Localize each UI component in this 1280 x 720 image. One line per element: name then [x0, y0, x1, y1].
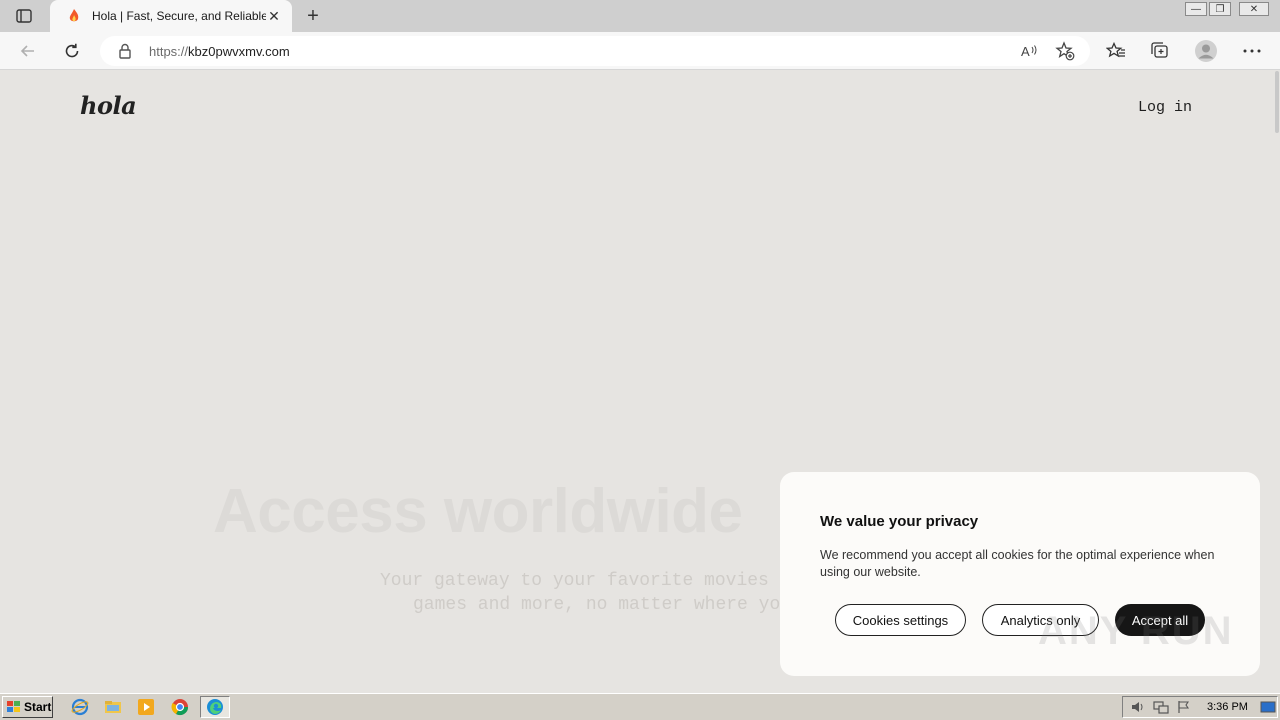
edge-icon[interactable]	[200, 696, 230, 718]
cookie-banner-text: We recommend you accept all cookies for …	[820, 548, 1215, 579]
url-scheme: https://	[149, 44, 189, 59]
hero-heading: Access worldwide	[213, 477, 743, 546]
hero-subtitle-line-2: games and more, no matter where yo	[413, 595, 781, 615]
favorites-icon[interactable]	[1104, 39, 1128, 63]
collections-icon[interactable]	[1148, 39, 1172, 63]
folder-icon[interactable]	[104, 698, 122, 716]
minimize-button[interactable]: —	[1185, 2, 1207, 16]
web-page: hola Log in Access worldwide Your gatewa…	[0, 71, 1280, 693]
tab-close-icon[interactable]: ✕	[266, 8, 282, 24]
back-icon[interactable]	[16, 39, 40, 63]
hola-favicon-icon	[66, 8, 82, 24]
tab-actions-icon[interactable]	[8, 5, 40, 27]
profile-icon[interactable]	[1194, 39, 1218, 63]
media-player-icon[interactable]	[137, 698, 155, 716]
cookie-consent-banner: We value your privacy We recommend you a…	[780, 472, 1260, 676]
system-tray	[1122, 696, 1278, 718]
anyrun-watermark: ANY RUN	[1038, 609, 1234, 653]
network-icon[interactable]	[1153, 700, 1169, 719]
taskbar: Start 3:36 PM	[0, 693, 1280, 720]
hola-logo[interactable]: hola	[80, 91, 137, 120]
show-desktop-icon[interactable]	[1260, 700, 1276, 719]
cookies-settings-button[interactable]: Cookies settings	[835, 604, 966, 636]
hero-subtitle-line-1: Your gateway to your favorite movies	[380, 571, 769, 591]
refresh-icon[interactable]	[60, 39, 84, 63]
scrollbar-track[interactable]	[1273, 71, 1280, 693]
scrollbar-thumb[interactable]	[1275, 71, 1279, 133]
active-tab[interactable]: Hola | Fast, Secure, and Reliable ✕	[50, 0, 292, 32]
taskbar-clock[interactable]: 3:36 PM	[1207, 701, 1248, 713]
navigation-bar: https://kbz0pwvxmv.com A	[0, 32, 1280, 70]
svg-text:A: A	[1021, 44, 1030, 59]
cookie-banner-title: We value your privacy	[820, 513, 979, 530]
volume-icon[interactable]	[1130, 700, 1146, 719]
tab-title: Hola | Fast, Secure, and Reliable	[92, 9, 266, 23]
tab-strip: Hola | Fast, Secure, and Reliable ✕ + — …	[0, 0, 1280, 32]
read-aloud-icon[interactable]: A	[1017, 39, 1041, 63]
more-icon[interactable]	[1240, 39, 1264, 63]
url-host: kbz0pwvxmv.com	[188, 44, 290, 59]
address-bar[interactable]: https://kbz0pwvxmv.com A	[100, 36, 1090, 66]
start-label: Start	[24, 700, 52, 714]
login-link[interactable]: Log in	[1138, 99, 1192, 116]
chrome-icon[interactable]	[171, 698, 189, 716]
new-tab-button[interactable]: +	[302, 5, 324, 27]
action-center-flag-icon[interactable]	[1177, 700, 1191, 719]
restore-button[interactable]: ❐	[1209, 2, 1231, 16]
add-favorite-icon[interactable]	[1053, 39, 1077, 63]
lock-icon[interactable]	[118, 43, 132, 59]
url-text[interactable]: https://kbz0pwvxmv.com	[149, 44, 290, 59]
close-window-button[interactable]: ✕	[1239, 2, 1269, 16]
ie-icon[interactable]	[71, 698, 89, 716]
start-button[interactable]: Start	[2, 696, 53, 718]
windows-logo-icon	[7, 701, 20, 712]
